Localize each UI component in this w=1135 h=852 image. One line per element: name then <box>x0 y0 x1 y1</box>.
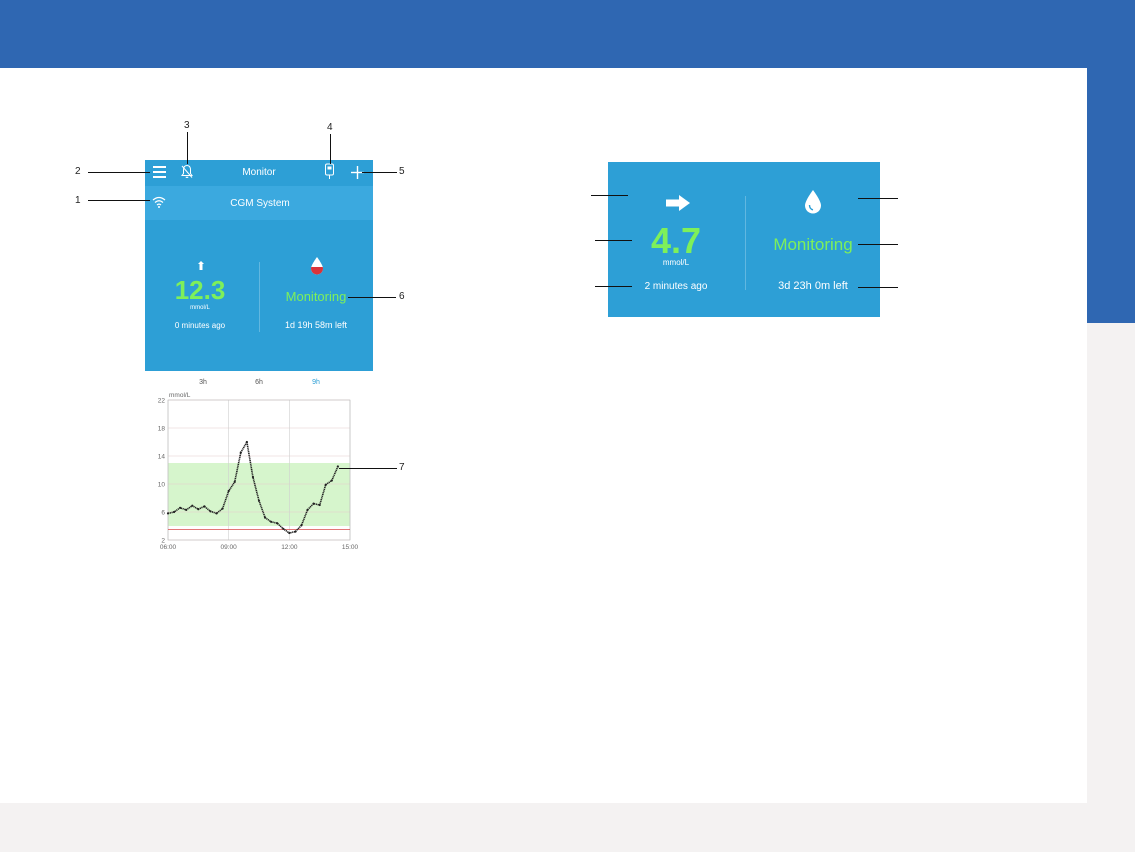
panel-divider <box>259 262 260 332</box>
glucose-point <box>172 510 176 514</box>
y-tick-label: 10 <box>158 482 166 489</box>
detail-glucose-value: 4.7 <box>650 220 702 261</box>
glucose-point <box>276 522 279 525</box>
water-drop-icon <box>805 190 821 214</box>
menu-icon[interactable] <box>153 166 167 178</box>
detail-callout-line-1 <box>591 195 628 196</box>
glucose-unit: mmol/L <box>190 305 210 311</box>
blood-drop-icon <box>311 257 323 275</box>
bell-off-icon[interactable] <box>181 164 193 179</box>
glucose-point <box>233 480 236 483</box>
glucose-point <box>227 489 230 493</box>
detail-callout-line-5 <box>858 244 898 245</box>
reading-age: 0 minutes ago <box>174 321 226 330</box>
side-tab <box>1087 68 1135 323</box>
header-bar <box>0 0 1135 68</box>
y-tick-label: 6 <box>161 510 165 517</box>
callout-7-line <box>339 468 397 469</box>
nav-title: Monitor <box>242 167 276 178</box>
glucose-value: 12.3 <box>174 275 226 305</box>
glucose-point <box>324 483 327 486</box>
y-axis-label: mmol/L <box>169 392 191 399</box>
detail-sensor-time-left: 3d 23h 0m left <box>778 280 848 292</box>
y-tick-label: 18 <box>158 426 166 433</box>
transmitter-icon[interactable] <box>324 163 335 180</box>
glucose-point <box>251 475 255 479</box>
callout-2-line <box>88 172 150 173</box>
callout-4: 4 <box>327 122 333 133</box>
glucose-point <box>245 440 248 444</box>
detail-callout-line-4 <box>858 198 898 199</box>
glucose-trend-chart: 261014182206:00 09:00 12:00 15:00mmol/L <box>158 392 359 551</box>
detail-callout-line-3 <box>595 286 632 287</box>
callout-2: 2 <box>75 166 81 177</box>
glucose-point <box>263 516 267 519</box>
detail-sensor-state: Monitoring <box>773 235 853 254</box>
glucose-point <box>166 512 170 515</box>
glucose-point <box>221 507 224 510</box>
callout-1: 1 <box>75 195 81 206</box>
y-tick-label: 22 <box>158 398 166 405</box>
glucose-point <box>288 531 291 535</box>
callout-6-line <box>348 297 396 298</box>
glucose-point <box>185 508 188 511</box>
detail-callout-line-2 <box>595 240 632 241</box>
y-tick-label: 14 <box>158 454 166 461</box>
glucose-point <box>209 510 212 513</box>
glucose-point <box>294 530 297 533</box>
detail-callout-line-6 <box>858 287 898 288</box>
sensor-time-left: 1d 19h 58m left <box>284 320 348 330</box>
callout-1-line <box>88 200 150 201</box>
sensor-state: Monitoring <box>285 289 347 304</box>
callout-6: 6 <box>399 291 405 302</box>
glucose-point <box>306 508 309 511</box>
callout-5-line <box>362 172 397 173</box>
arrow-right-icon <box>666 195 690 211</box>
glucose-point <box>239 451 242 454</box>
detail-reading-age: 2 minutes ago <box>644 281 708 292</box>
glucose-point <box>312 502 315 505</box>
glucose-point <box>257 499 261 502</box>
x-tick-label: 12:00 <box>281 544 298 551</box>
callout-3: 3 <box>184 120 190 131</box>
glucose-point <box>179 506 182 509</box>
cgm-status-label: CGM System <box>230 198 290 209</box>
glucose-point <box>197 508 200 511</box>
glucose-point <box>203 505 206 508</box>
x-tick-label: 06:00 <box>160 544 177 551</box>
wifi-icon <box>152 196 166 208</box>
glucose-point <box>270 520 273 523</box>
glucose-point <box>330 479 333 482</box>
detail-divider <box>745 196 746 290</box>
callout-4-line <box>330 134 331 164</box>
glucose-point <box>300 524 303 527</box>
callout-5: 5 <box>399 166 405 177</box>
glucose-point <box>318 503 321 507</box>
detail-glucose-unit: mmol/L <box>662 258 690 267</box>
x-tick-label: 09:00 <box>221 544 238 551</box>
callout-3-line <box>187 132 188 164</box>
callout-7: 7 <box>399 462 405 473</box>
x-tick-label: 15:00 <box>342 544 359 551</box>
trend-up-icon <box>198 261 204 270</box>
glucose-point <box>191 504 194 507</box>
glucose-point <box>215 512 218 515</box>
glucose-point <box>282 527 285 530</box>
